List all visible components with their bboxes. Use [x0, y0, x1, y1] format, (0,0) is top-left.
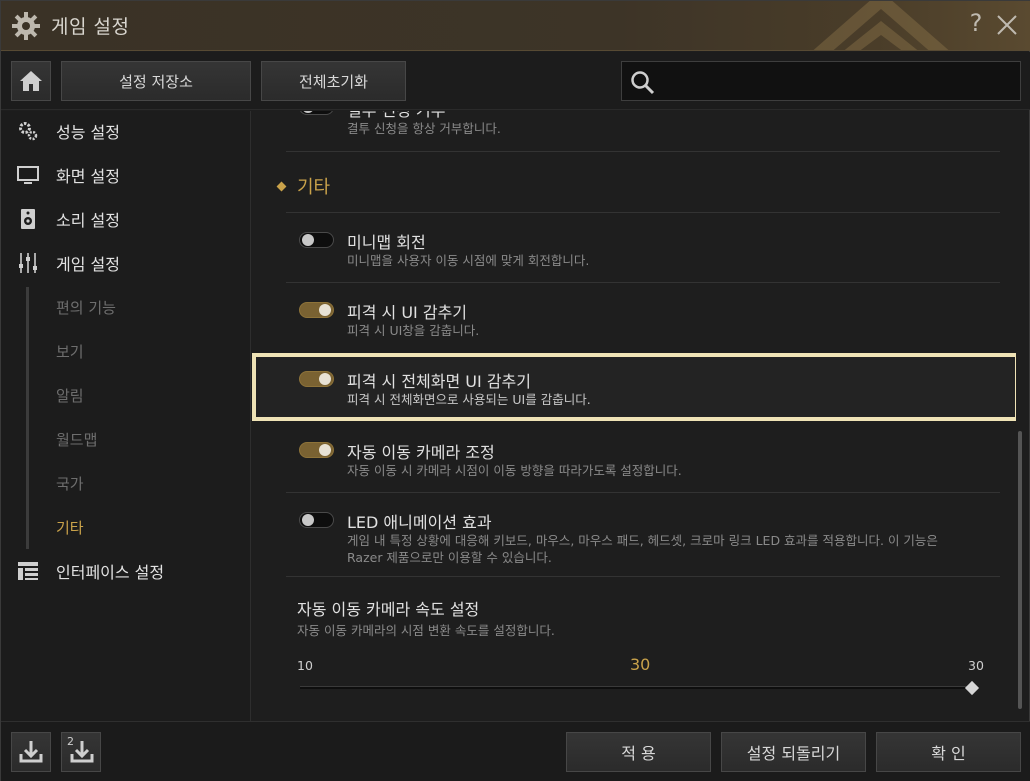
option-desc: 게임 내 특정 상황에 대응해 키보드, 마우스, 마우스 패드, 헤드셋, 크…: [347, 533, 938, 565]
layout-icon: [18, 562, 38, 580]
sidebar-subitem-view[interactable]: 보기: [56, 341, 84, 362]
option-title: LED 애니메이션 효과: [347, 513, 492, 532]
section-title: 기타: [297, 177, 331, 198]
slider-min-label: 10: [297, 658, 313, 673]
toggle-knob: [302, 514, 314, 526]
toggle-switch[interactable]: [299, 302, 334, 318]
footer: 2 적 용 설정 되돌리기 확 인: [1, 721, 1030, 781]
search-icon: [631, 71, 655, 95]
submenu-line: [26, 287, 29, 549]
option-desc: 자동 이동 시 카메라 시점이 이동 방향을 따라가도록 설정합니다.: [347, 463, 682, 478]
sidebar-subitem-nation[interactable]: 국가: [56, 473, 84, 494]
divider: [286, 151, 1000, 152]
divider: [286, 492, 1000, 493]
option-desc: 피격 시 UI창을 감춥니다.: [347, 323, 480, 338]
sidebar-item-label: 게임 설정: [56, 255, 120, 274]
diamond-icon: [276, 181, 287, 192]
option-title: 피격 시 전체화면 UI 감추기: [347, 372, 531, 391]
import-slot-1-button[interactable]: [11, 732, 51, 772]
slider-max-label: 30: [968, 658, 984, 673]
reset-all-button[interactable]: 전체초기화: [261, 61, 406, 101]
slider-value: 30: [630, 655, 651, 674]
monitor-icon: [17, 166, 39, 184]
toggle-knob: [319, 304, 331, 316]
option-title: 자동 이동 카메라 조정: [347, 443, 495, 462]
window-title: 게임 설정: [51, 16, 130, 38]
sidebar-item-label: 소리 설정: [56, 211, 120, 230]
sidebar-item-label: 화면 설정: [56, 167, 120, 186]
sidebar-item-label: 성능 설정: [56, 123, 120, 142]
download-icon: [19, 741, 43, 763]
toggle-switch[interactable]: [299, 371, 334, 387]
toggle-knob: [302, 234, 314, 246]
home-button[interactable]: [11, 61, 51, 101]
toggle-knob: [319, 373, 331, 385]
home-icon: [20, 71, 42, 91]
sidebar-item-label: 인터페이스 설정: [56, 563, 165, 582]
help-button[interactable]: ?: [965, 9, 987, 37]
sidebar-subitem-etc[interactable]: 기타: [56, 517, 84, 538]
slider-thumb[interactable]: [964, 680, 980, 696]
option-desc: 결투 신청을 항상 거부합니다.: [347, 121, 501, 136]
import-slot-2-button[interactable]: 2: [61, 732, 101, 772]
option-title: 미니맵 회전: [347, 233, 426, 252]
option-desc: 피격 시 전체화면으로 사용되는 UI를 감춥니다.: [347, 392, 591, 407]
confirm-button[interactable]: 확 인: [876, 732, 1021, 772]
divider: [286, 576, 1000, 577]
divider: [286, 282, 1000, 283]
sidebar-subitem-notification[interactable]: 알림: [56, 385, 84, 406]
toggle-switch[interactable]: [299, 512, 334, 528]
toolbar: 설정 저장소 전체초기화: [1, 52, 1030, 110]
option-row-duel-refuse: 결투 신청 거부 결투 신청을 항상 거부합니다.: [252, 111, 1016, 141]
apply-button[interactable]: 적 용: [566, 732, 711, 772]
option-row-auto-camera: 자동 이동 카메라 조정 자동 이동 시 카메라 시점이 이동 방향을 따라가도…: [252, 429, 1016, 489]
slider-title: 자동 이동 카메라 속도 설정: [297, 600, 480, 619]
sidebar-item-sound[interactable]: 소리 설정: [1, 204, 251, 234]
title-decoration: [813, 1, 949, 50]
section-header: 기타: [276, 173, 331, 199]
option-row-minimap-rotate: 미니맵 회전 미니맵을 사용자 이동 시점에 맞게 회전합니다.: [252, 219, 1016, 279]
option-row-hide-fullscreen-ui-on-hit: 피격 시 전체화면 UI 감추기 피격 시 전체화면으로 사용되는 UI를 감춥…: [252, 353, 1016, 421]
slot-number: 2: [67, 735, 74, 748]
title-bar[interactable]: 게임 설정 ?: [1, 1, 1030, 51]
toggle-knob: [319, 444, 331, 456]
divider: [286, 212, 1000, 213]
toggle-switch[interactable]: [299, 111, 334, 115]
sidebar-item-interface[interactable]: 인터페이스 설정: [1, 556, 251, 586]
revert-settings-button[interactable]: 설정 되돌리기: [721, 732, 866, 772]
speaker-icon: [21, 209, 35, 229]
slider-desc: 자동 이동 카메라의 시점 변환 속도를 설정합니다.: [297, 623, 555, 638]
content-scrollbar[interactable]: [1018, 431, 1022, 709]
settings-content: 결투 신청 거부 결투 신청을 항상 거부합니다. 기타 미니맵 회전 미니맵을…: [252, 111, 1016, 721]
gear-icon: [12, 12, 40, 40]
toggle-knob: [302, 111, 314, 113]
sidebar-subitem-worldmap[interactable]: 월드맵: [56, 429, 97, 450]
sidebar-item-game[interactable]: 게임 설정: [1, 248, 251, 278]
camera-speed-slider[interactable]: [300, 686, 972, 689]
sidebar-item-performance[interactable]: 성능 설정: [1, 116, 251, 146]
settings-storage-button[interactable]: 설정 저장소: [61, 61, 251, 101]
gears-icon: [19, 122, 38, 141]
option-row-led-animation: LED 애니메이션 효과 게임 내 특정 상황에 대응해 키보드, 마우스, 마…: [252, 499, 1016, 569]
settings-window: 게임 설정 ? 설정 저장소 전체초기화 성능 설정 화면 설정 소리 설정 게…: [0, 0, 1030, 781]
search-input[interactable]: [666, 68, 1011, 94]
sidebar: 성능 설정 화면 설정 소리 설정 게임 설정 편의 기능 보기 알림 월드맵 …: [1, 111, 251, 721]
toggle-switch[interactable]: [299, 232, 334, 248]
toggle-switch[interactable]: [299, 442, 334, 458]
option-title: 피격 시 UI 감추기: [347, 303, 468, 322]
sidebar-item-display[interactable]: 화면 설정: [1, 160, 251, 190]
option-desc: 미니맵을 사용자 이동 시점에 맞게 회전합니다.: [347, 253, 590, 268]
option-row-hide-ui-on-hit: 피격 시 UI 감추기 피격 시 UI창을 감춥니다.: [252, 289, 1016, 349]
close-icon[interactable]: [995, 13, 1019, 37]
sliders-icon: [19, 253, 37, 273]
sidebar-subitem-convenience[interactable]: 편의 기능: [56, 297, 116, 318]
search-box[interactable]: [621, 61, 1021, 101]
